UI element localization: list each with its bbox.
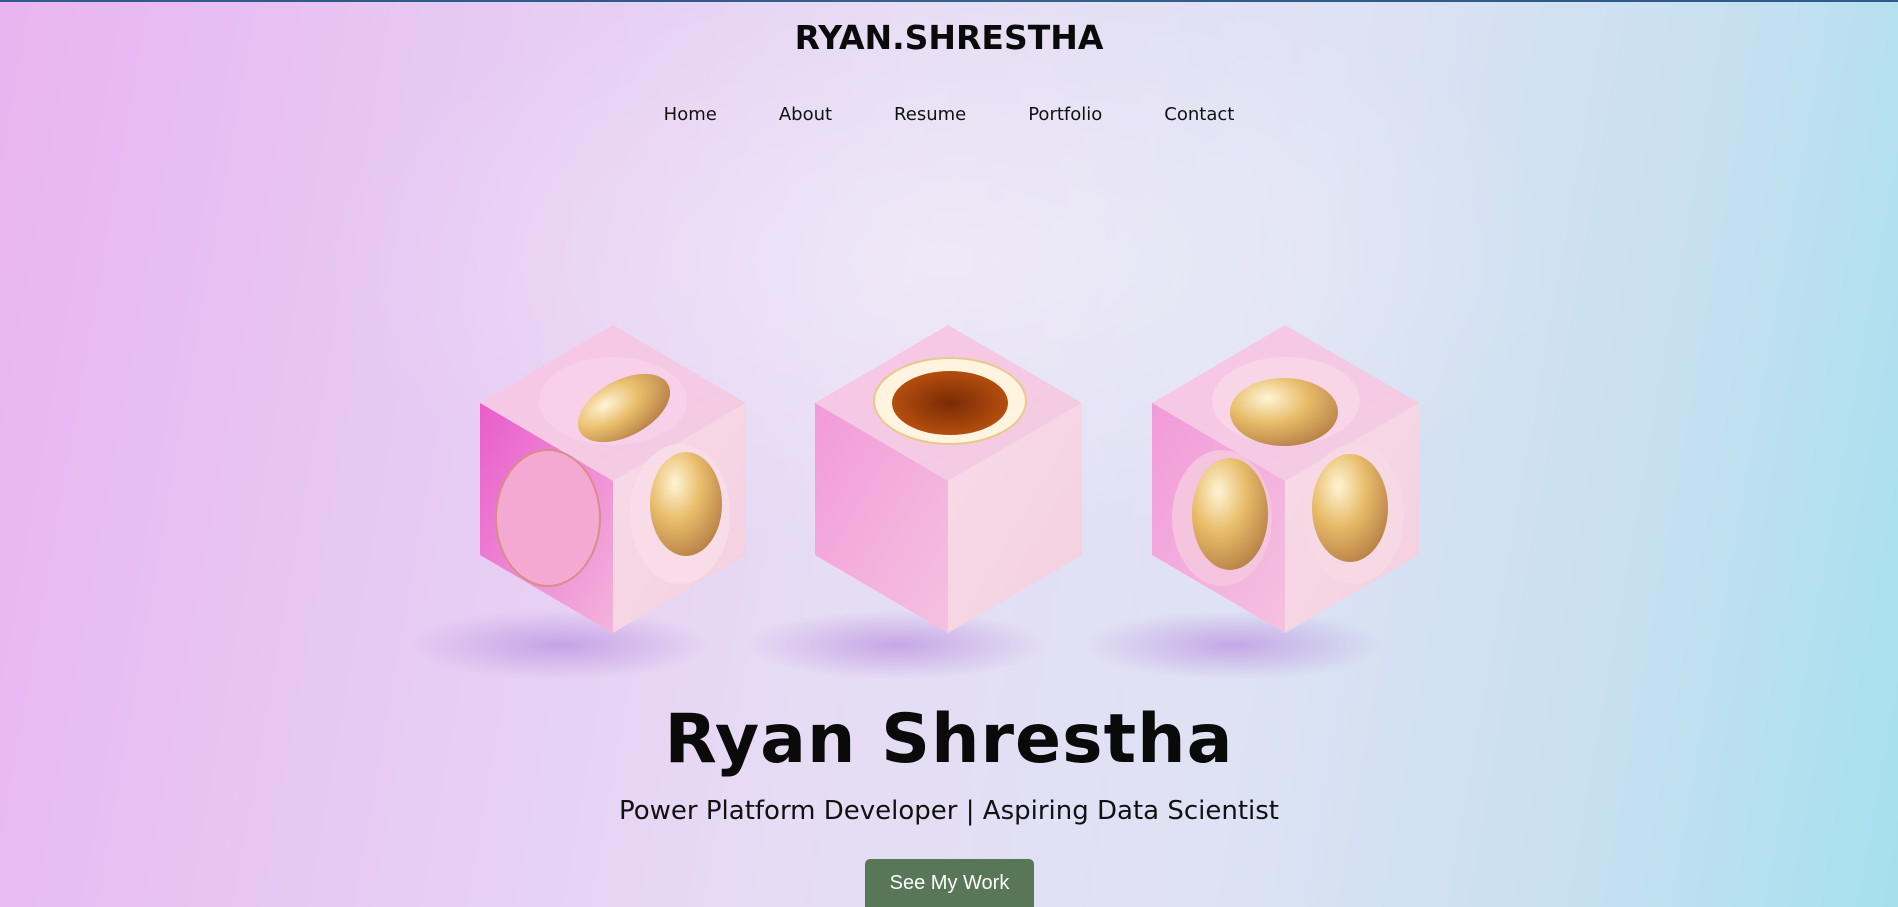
see-my-work-button[interactable]: See My Work [865, 859, 1034, 907]
nav-home[interactable]: Home [633, 104, 748, 125]
hero-cubes-illustration [410, 325, 1419, 680]
hero-subtitle: Power Platform Developer | Aspiring Data… [618, 796, 1280, 826]
nav-about[interactable]: About [748, 104, 863, 125]
cube-shadow [747, 610, 1047, 680]
hero-title: Ryan Shrestha [664, 700, 1234, 779]
cube-middle [815, 325, 1082, 633]
nav-contact[interactable]: Contact [1133, 104, 1265, 125]
main-nav: Home About Resume Portfolio Contact [0, 104, 1898, 125]
nav-resume[interactable]: Resume [863, 104, 997, 125]
site-logo[interactable]: RYAN.SHRESTHA [0, 18, 1898, 57]
cube-right [1152, 325, 1419, 633]
cube-shadow [410, 610, 710, 680]
cube-shadow [1084, 610, 1384, 680]
nav-portfolio[interactable]: Portfolio [997, 104, 1133, 125]
cube-left [480, 325, 746, 633]
